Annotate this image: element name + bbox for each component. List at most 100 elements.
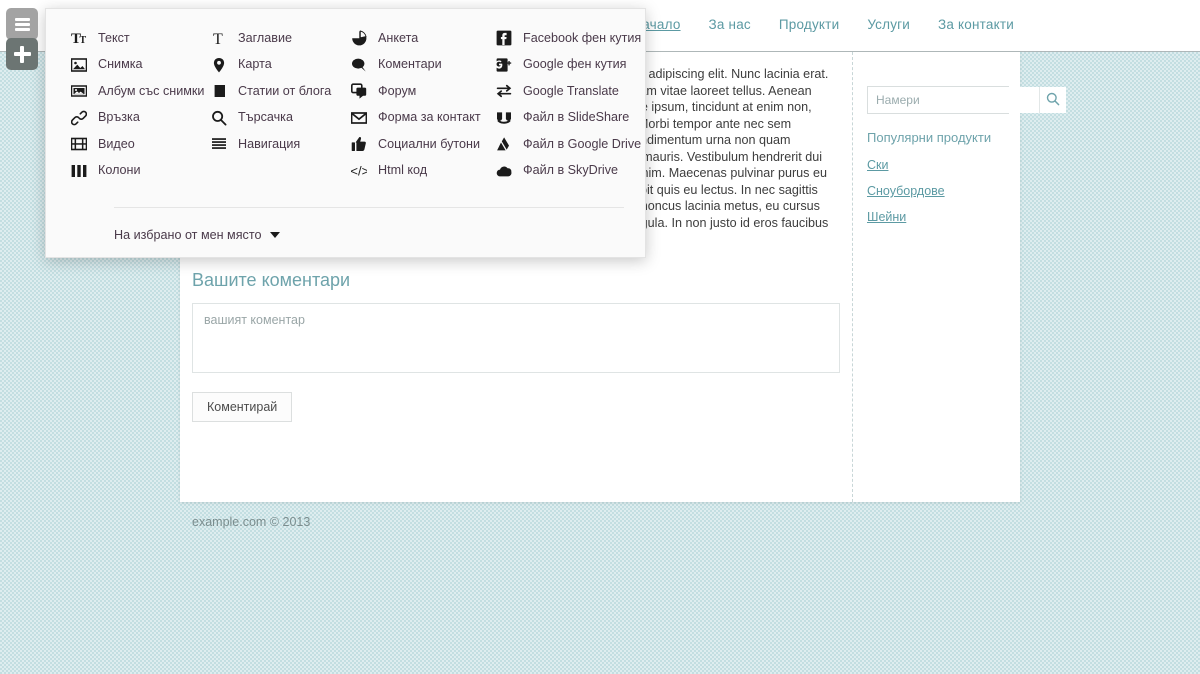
nav-item-3[interactable]: Услуги <box>867 17 910 32</box>
google-drive-icon <box>495 136 512 153</box>
comments-icon <box>350 56 367 73</box>
widget-item-label: Видео <box>98 136 135 151</box>
comment-input[interactable] <box>192 302 840 373</box>
widget-item-mail[interactable]: Форма за контакт <box>350 105 495 132</box>
map-pin-icon <box>210 56 227 73</box>
forum-icon <box>350 83 367 100</box>
widget-item-label: Коментари <box>378 57 442 72</box>
widget-item-video[interactable]: Видео <box>70 131 210 158</box>
widget-item-label: Връзка <box>98 110 140 125</box>
widget-grid: T T Текст Снимка Албум със снимки Връзка Видео… <box>46 25 645 184</box>
slideshare-icon <box>495 109 512 126</box>
nav-item-4[interactable]: За контакти <box>938 17 1014 32</box>
site-footer: example.com © 2013 <box>192 515 311 529</box>
widget-item-comments[interactable]: Коментари <box>350 52 495 79</box>
image-icon <box>70 56 87 73</box>
widget-item-label: Заглавие <box>238 30 293 45</box>
widget-item-label: Колони <box>98 163 141 178</box>
widget-item-blog-posts[interactable]: Статии от блога <box>210 78 350 105</box>
toggle-menu-button[interactable] <box>6 8 38 40</box>
widget-item-label: Карта <box>238 57 272 72</box>
search-button[interactable] <box>1039 87 1066 113</box>
svg-text:T: T <box>79 35 86 46</box>
submit-comment-button[interactable]: Коментирай <box>192 391 293 422</box>
skydrive-icon <box>495 162 512 179</box>
svg-text:T: T <box>213 31 223 46</box>
widget-item-skydrive[interactable]: Файл в SkyDrive <box>495 158 655 185</box>
widget-item-label: Html код <box>378 163 428 178</box>
widget-item-forum[interactable]: Форум <box>350 78 495 105</box>
widget-column-3: Facebook фен кутия Google фен кутия Google… <box>495 25 655 184</box>
widget-item-slideshare[interactable]: Файл в SlideShare <box>495 105 655 132</box>
widget-item-label: Google фен кутия <box>523 57 627 72</box>
columns-icon <box>70 162 87 179</box>
popular-products-title: Популярни продукти <box>867 130 992 145</box>
widget-item-html-code[interactable]: </> Html код <box>350 158 495 185</box>
google-translate-icon <box>495 83 512 100</box>
widget-item-search[interactable]: Търсачка <box>210 105 350 132</box>
navigation-icon <box>210 136 227 153</box>
facebook-icon <box>495 30 512 47</box>
nav-item-2[interactable]: Продукти <box>779 17 839 32</box>
widget-column-1: T Заглавие Карта Статии от блога Търсачка Нав… <box>210 25 350 184</box>
widget-item-label: Facebook фен кутия <box>523 30 642 45</box>
sidebar-link-snowboards[interactable]: Сноубордове <box>867 184 1006 198</box>
search-input[interactable] <box>868 87 1039 113</box>
search-icon <box>1046 92 1060 109</box>
widget-item-label: Албум със снимки <box>98 83 205 98</box>
widget-column-0: T T Текст Снимка Албум със снимки Връзка Видео… <box>70 25 210 184</box>
widget-item-gallery[interactable]: Албум със снимки <box>70 78 210 105</box>
widget-item-label: Файл в Google Drive <box>523 136 642 151</box>
widget-item-poll[interactable]: Анкета <box>350 25 495 52</box>
widget-item-label: Текст <box>98 30 130 45</box>
sidebar: Популярни продукти Ски Сноубордове Шейни <box>852 52 1066 502</box>
widget-item-label: Търсачка <box>238 110 293 125</box>
text-icon: TT <box>70 30 87 47</box>
widget-item-label: Google Translate <box>523 83 619 98</box>
thumbs-up-icon <box>350 136 367 153</box>
mail-icon <box>350 109 367 126</box>
widget-item-text[interactable]: T T Текст <box>70 25 210 52</box>
html-code-icon: </> <box>350 162 367 179</box>
widget-item-map-pin[interactable]: Карта <box>210 52 350 79</box>
poll-icon <box>350 30 367 47</box>
gallery-icon <box>70 83 87 100</box>
comments-title: Вашите коментари <box>192 269 351 290</box>
sidebar-search <box>867 86 1066 114</box>
add-widget-button[interactable] <box>6 38 38 70</box>
panel-placement-selector[interactable]: На избрано от мен място <box>114 228 281 242</box>
panel-divider <box>114 207 624 208</box>
blog-posts-icon <box>210 83 227 100</box>
widget-column-2: Анкета Коментари Форум Форма за контакт Соци… <box>350 25 495 184</box>
widget-item-label: Навигация <box>238 136 301 151</box>
widget-item-heading[interactable]: T Заглавие <box>210 25 350 52</box>
widget-picker-panel[interactable]: T T Текст Снимка Албум със снимки Връзка Видео… <box>45 8 646 258</box>
widget-item-label: Анкета <box>378 30 419 45</box>
video-icon <box>70 136 87 153</box>
nav-item-1[interactable]: За нас <box>709 17 751 32</box>
widget-item-image[interactable]: Снимка <box>70 52 210 79</box>
caret-down-icon <box>270 232 281 238</box>
heading-icon: T <box>210 30 227 47</box>
google-plus-icon <box>495 56 512 73</box>
widget-item-google-plus[interactable]: Google фен кутия <box>495 52 655 79</box>
nav-active-pointer <box>727 52 743 59</box>
widget-item-facebook[interactable]: Facebook фен кутия <box>495 25 655 52</box>
panel-placement-label: На избрано от мен място <box>114 228 262 242</box>
widget-item-label: Файл в SkyDrive <box>523 163 619 178</box>
sidebar-link-sleds[interactable]: Шейни <box>867 210 1006 224</box>
link-icon <box>70 109 87 126</box>
widget-item-link[interactable]: Връзка <box>70 105 210 132</box>
hamburger-icon <box>14 16 30 33</box>
widget-item-label: Статии от блога <box>238 83 332 98</box>
widget-item-navigation[interactable]: Навигация <box>210 131 350 158</box>
widget-item-thumbs-up[interactable]: Социални бутони <box>350 131 495 158</box>
widget-item-columns[interactable]: Колони <box>70 158 210 185</box>
widget-item-label: Снимка <box>98 57 143 72</box>
widget-item-google-translate[interactable]: Google Translate <box>495 78 655 105</box>
widget-item-google-drive[interactable]: Файл в Google Drive <box>495 131 655 158</box>
main-navigation: Начало За нас Продукти Услуги За контакти <box>632 17 1014 32</box>
widget-item-label: Социални бутони <box>378 136 481 151</box>
widget-item-label: Файл в SlideShare <box>523 110 630 125</box>
sidebar-link-ski[interactable]: Ски <box>867 158 1006 172</box>
